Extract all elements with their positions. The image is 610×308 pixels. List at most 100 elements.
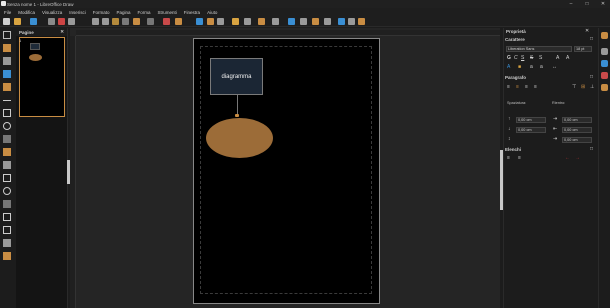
new-icon[interactable] [3,18,10,25]
superscript-icon[interactable]: a [530,64,533,70]
paragraph-more-icon[interactable]: □ [590,74,593,80]
close-icon[interactable]: ✕ [60,29,64,35]
maximize-button[interactable]: □ [580,0,594,8]
list-move-icon[interactable]: → [575,155,580,161]
text-icon[interactable] [3,57,11,65]
fontwork-icon[interactable] [232,18,239,25]
helplines-icon[interactable] [175,18,182,25]
navigator-tab-icon[interactable] [601,72,608,79]
connector-line[interactable] [237,95,238,116]
shapes-tab-icon[interactable] [601,84,608,91]
connector-icon[interactable] [3,161,11,169]
vertical-ruler[interactable] [70,36,76,308]
numbered-list-icon[interactable]: ≡ [518,155,521,161]
shadow-text-icon[interactable]: S [539,55,542,61]
copy-icon[interactable] [102,18,109,25]
crop-icon[interactable] [300,18,307,25]
menu-file[interactable]: File [4,10,11,15]
filter-icon[interactable] [312,18,319,25]
curve-icon[interactable] [3,148,11,156]
open-icon[interactable] [14,18,21,25]
rectangle-icon[interactable] [3,109,11,117]
paste-icon[interactable] [112,18,119,25]
print-icon[interactable] [68,18,75,25]
underline-icon[interactable]: S [521,55,524,61]
menu-help[interactable]: Aiuto [207,10,217,15]
strikethrough-icon[interactable]: S [530,55,533,61]
shadow-icon[interactable] [288,18,295,25]
indent-before-field[interactable]: 0,00 cm [562,117,592,123]
symbol-shapes-icon[interactable] [3,187,11,195]
menu-page[interactable]: Pagina [117,10,131,15]
first-line-field[interactable]: 0,00 cm [562,137,592,143]
textbox-icon[interactable] [207,18,214,25]
font-size-field[interactable]: 18 pt [574,46,592,52]
minimize-button[interactable]: – [564,0,578,8]
menu-tools[interactable]: Strumenti [158,10,177,15]
italic-icon[interactable]: C [514,55,518,61]
highlight-icon[interactable]: ■ [518,64,521,70]
decrease-font-icon[interactable]: A [566,55,569,61]
sidebar-close-icon[interactable]: ✕ [585,28,589,34]
redo-icon[interactable] [147,18,154,25]
increase-font-icon[interactable]: A [556,55,559,61]
fill-color-icon[interactable] [3,70,11,78]
lists-more-icon[interactable]: □ [590,146,593,152]
undo-icon[interactable] [133,18,140,25]
arrange-icon[interactable] [272,18,279,25]
below-spacing-field[interactable]: 0,00 cm [516,127,546,133]
justify-icon[interactable]: ≡ [534,84,537,90]
basic-shapes-icon[interactable] [3,174,11,182]
points-icon[interactable] [324,18,331,25]
page-thumbnail[interactable]: 1 [19,37,65,117]
subscript-icon[interactable]: a [540,64,543,70]
export-pdf-icon[interactable] [58,18,65,25]
bullet-list-icon[interactable]: ≡ [507,155,510,161]
grid-icon[interactable] [163,18,170,25]
indent-after-field[interactable]: 0,00 cm [562,127,592,133]
font-color-icon[interactable]: A [507,64,510,70]
font-name-field[interactable]: Liberation Sans [506,46,572,52]
sidebar-icon[interactable] [358,18,365,25]
list-level-icon[interactable]: ← [565,155,570,161]
stars-icon[interactable] [3,239,11,247]
clone-formatting-icon[interactable] [122,18,129,25]
gallery-tab-icon[interactable] [601,60,608,67]
line-spacing-icon[interactable]: ↕ [508,136,511,142]
spacing-icon[interactable]: ↔ [552,64,557,70]
cut-icon[interactable] [92,18,99,25]
menu-shape[interactable]: Forma [138,10,151,15]
gluepoints-icon[interactable] [338,18,345,25]
align-left-icon[interactable]: ≡ [507,84,510,90]
save-icon[interactable] [30,18,37,25]
diagram-ellipse[interactable] [206,118,273,158]
align-top-icon[interactable]: ⊤ [572,84,576,90]
connector-endpoint[interactable] [235,114,239,117]
close-button[interactable]: ✕ [596,0,610,8]
styles-tab-icon[interactable] [601,48,608,55]
line-icon[interactable] [3,100,11,101]
menu-window[interactable]: Finestra [184,10,200,15]
image-icon[interactable] [196,18,203,25]
menu-view[interactable]: Visualizza [42,10,62,15]
bold-icon[interactable]: G [507,55,511,61]
above-spacing-field[interactable]: 0,00 cm [516,117,546,123]
transform-icon[interactable] [244,18,251,25]
more-options-icon[interactable]: □ [590,36,593,42]
special-char-icon[interactable] [217,18,224,25]
export-icon[interactable] [48,18,55,25]
menu-insert[interactable]: Inserisci [69,10,86,15]
align-bottom-icon[interactable]: ⊥ [590,84,594,90]
ellipse-icon[interactable] [3,122,11,130]
align-center-icon[interactable]: ≡ [516,84,519,90]
block-arrows-icon[interactable] [3,200,11,208]
line-color-icon[interactable] [3,83,11,91]
align-icon[interactable] [258,18,265,25]
zoom-icon[interactable] [3,44,11,52]
diagram-rectangle[interactable]: diagramma [210,58,263,95]
menu-format[interactable]: Formato [93,10,110,15]
align-middle-icon[interactable]: ⊞ [581,84,585,90]
toggle-extrusion-icon[interactable] [348,18,355,25]
select-icon[interactable] [3,31,11,39]
flowchart-icon[interactable] [3,213,11,221]
